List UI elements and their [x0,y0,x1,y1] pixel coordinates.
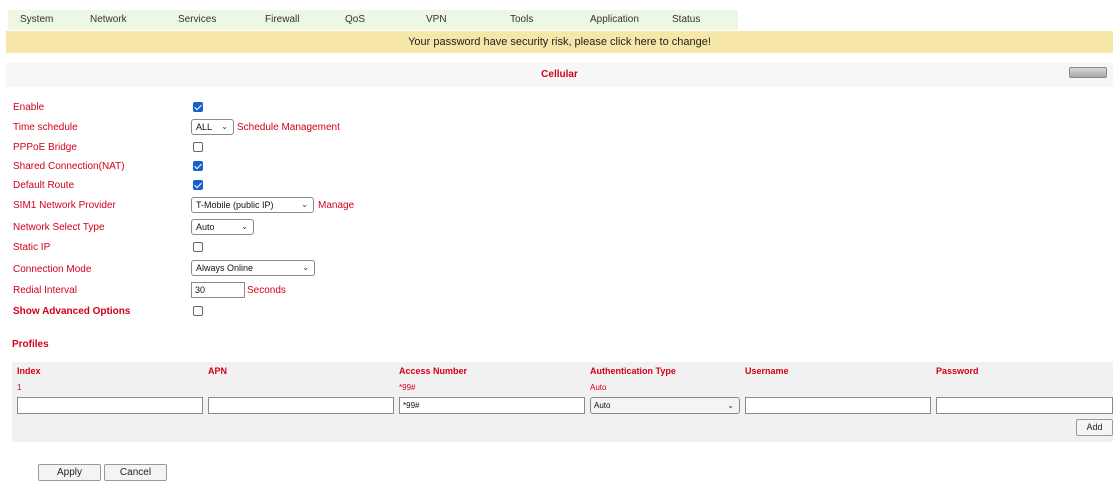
new-access-number-input[interactable]: *99# [399,397,585,414]
apply-button[interactable]: Apply [38,464,101,481]
redial-interval-input[interactable]: 30 [191,282,245,298]
show-advanced-label: Show Advanced Options [13,306,131,317]
static-ip-checkbox[interactable] [193,242,203,252]
pppoe-bridge-label: PPPoE Bridge [13,142,77,153]
default-route-checkbox[interactable] [193,180,203,190]
chevron-down-icon: ⌄ [727,401,734,410]
column-header-username: Username [745,366,789,376]
new-index-input[interactable] [17,397,203,414]
sim1-provider-value: T-Mobile (public IP) [196,200,274,210]
redial-interval-unit: Seconds [247,285,286,296]
chevron-down-icon: ⌄ [241,222,248,231]
provider-manage-link[interactable]: Manage [318,200,354,211]
nav-item-services[interactable]: Services [178,14,216,25]
nav-item-tools[interactable]: Tools [510,14,533,25]
enable-checkbox[interactable] [193,102,203,112]
section-title: Cellular [541,69,578,80]
sim1-provider-label: SIM1 Network Provider [13,200,116,211]
enable-label: Enable [13,102,45,113]
profiles-title: Profiles [12,339,49,350]
nav-item-vpn[interactable]: VPN [426,14,447,25]
time-schedule-select[interactable]: ALL ⌄ [191,119,234,135]
shared-connection-checkbox[interactable] [193,161,203,171]
new-apn-input[interactable] [208,397,394,414]
row-auth-type-cell: Auto [590,383,607,392]
column-header-access-number: Access Number [399,366,468,376]
nav-item-network[interactable]: Network [90,14,127,25]
nav-item-qos[interactable]: QoS [345,14,365,25]
network-select-type-value: Auto [196,222,215,232]
new-password-input[interactable] [936,397,1113,414]
schedule-management-link[interactable]: Schedule Management [237,122,340,133]
collapse-toggle-button[interactable] [1069,67,1107,78]
chevron-down-icon: ⌄ [301,200,308,209]
static-ip-label: Static IP [13,242,51,253]
row-access-number-cell: *99# [399,383,416,392]
network-select-type-label: Network Select Type [13,222,105,233]
redial-interval-label: Redial Interval [13,285,77,296]
top-nav: System Network Services Firewall QoS VPN… [8,10,738,30]
chevron-down-icon: ⌄ [221,122,228,131]
chevron-down-icon: ⌄ [302,263,309,272]
nav-item-status[interactable]: Status [672,14,700,25]
connection-mode-value: Always Online [196,263,254,273]
new-auth-type-value: Auto [594,401,611,410]
nav-item-application[interactable]: Application [590,14,639,25]
column-header-password: Password [936,366,979,376]
connection-mode-label: Connection Mode [13,264,92,275]
network-select-type-select[interactable]: Auto ⌄ [191,219,254,235]
password-warning-banner[interactable]: Your password have security risk, please… [6,31,1113,53]
show-advanced-checkbox[interactable] [193,306,203,316]
section-header: Cellular [6,63,1113,87]
column-header-authentication-type: Authentication Type [590,366,676,376]
sim1-provider-select[interactable]: T-Mobile (public IP) ⌄ [191,197,314,213]
cancel-button[interactable]: Cancel [104,464,167,481]
nav-item-system[interactable]: System [20,14,53,25]
default-route-label: Default Route [13,180,75,191]
time-schedule-value: ALL [196,122,213,132]
row-index-cell: 1 [17,383,22,392]
new-username-input[interactable] [745,397,931,414]
shared-connection-label: Shared Connection(NAT) [13,161,125,172]
cellular-settings-page: System Network Services Firewall QoS VPN… [0,0,1113,481]
new-auth-type-select[interactable]: Auto ⌄ [590,397,740,414]
column-header-apn: APN [208,366,228,376]
column-header-index: Index [17,366,41,376]
add-profile-button[interactable]: Add [1076,419,1113,436]
connection-mode-select[interactable]: Always Online ⌄ [191,260,315,276]
nav-item-firewall[interactable]: Firewall [265,14,299,25]
time-schedule-label: Time schedule [13,122,78,133]
pppoe-bridge-checkbox[interactable] [193,142,203,152]
